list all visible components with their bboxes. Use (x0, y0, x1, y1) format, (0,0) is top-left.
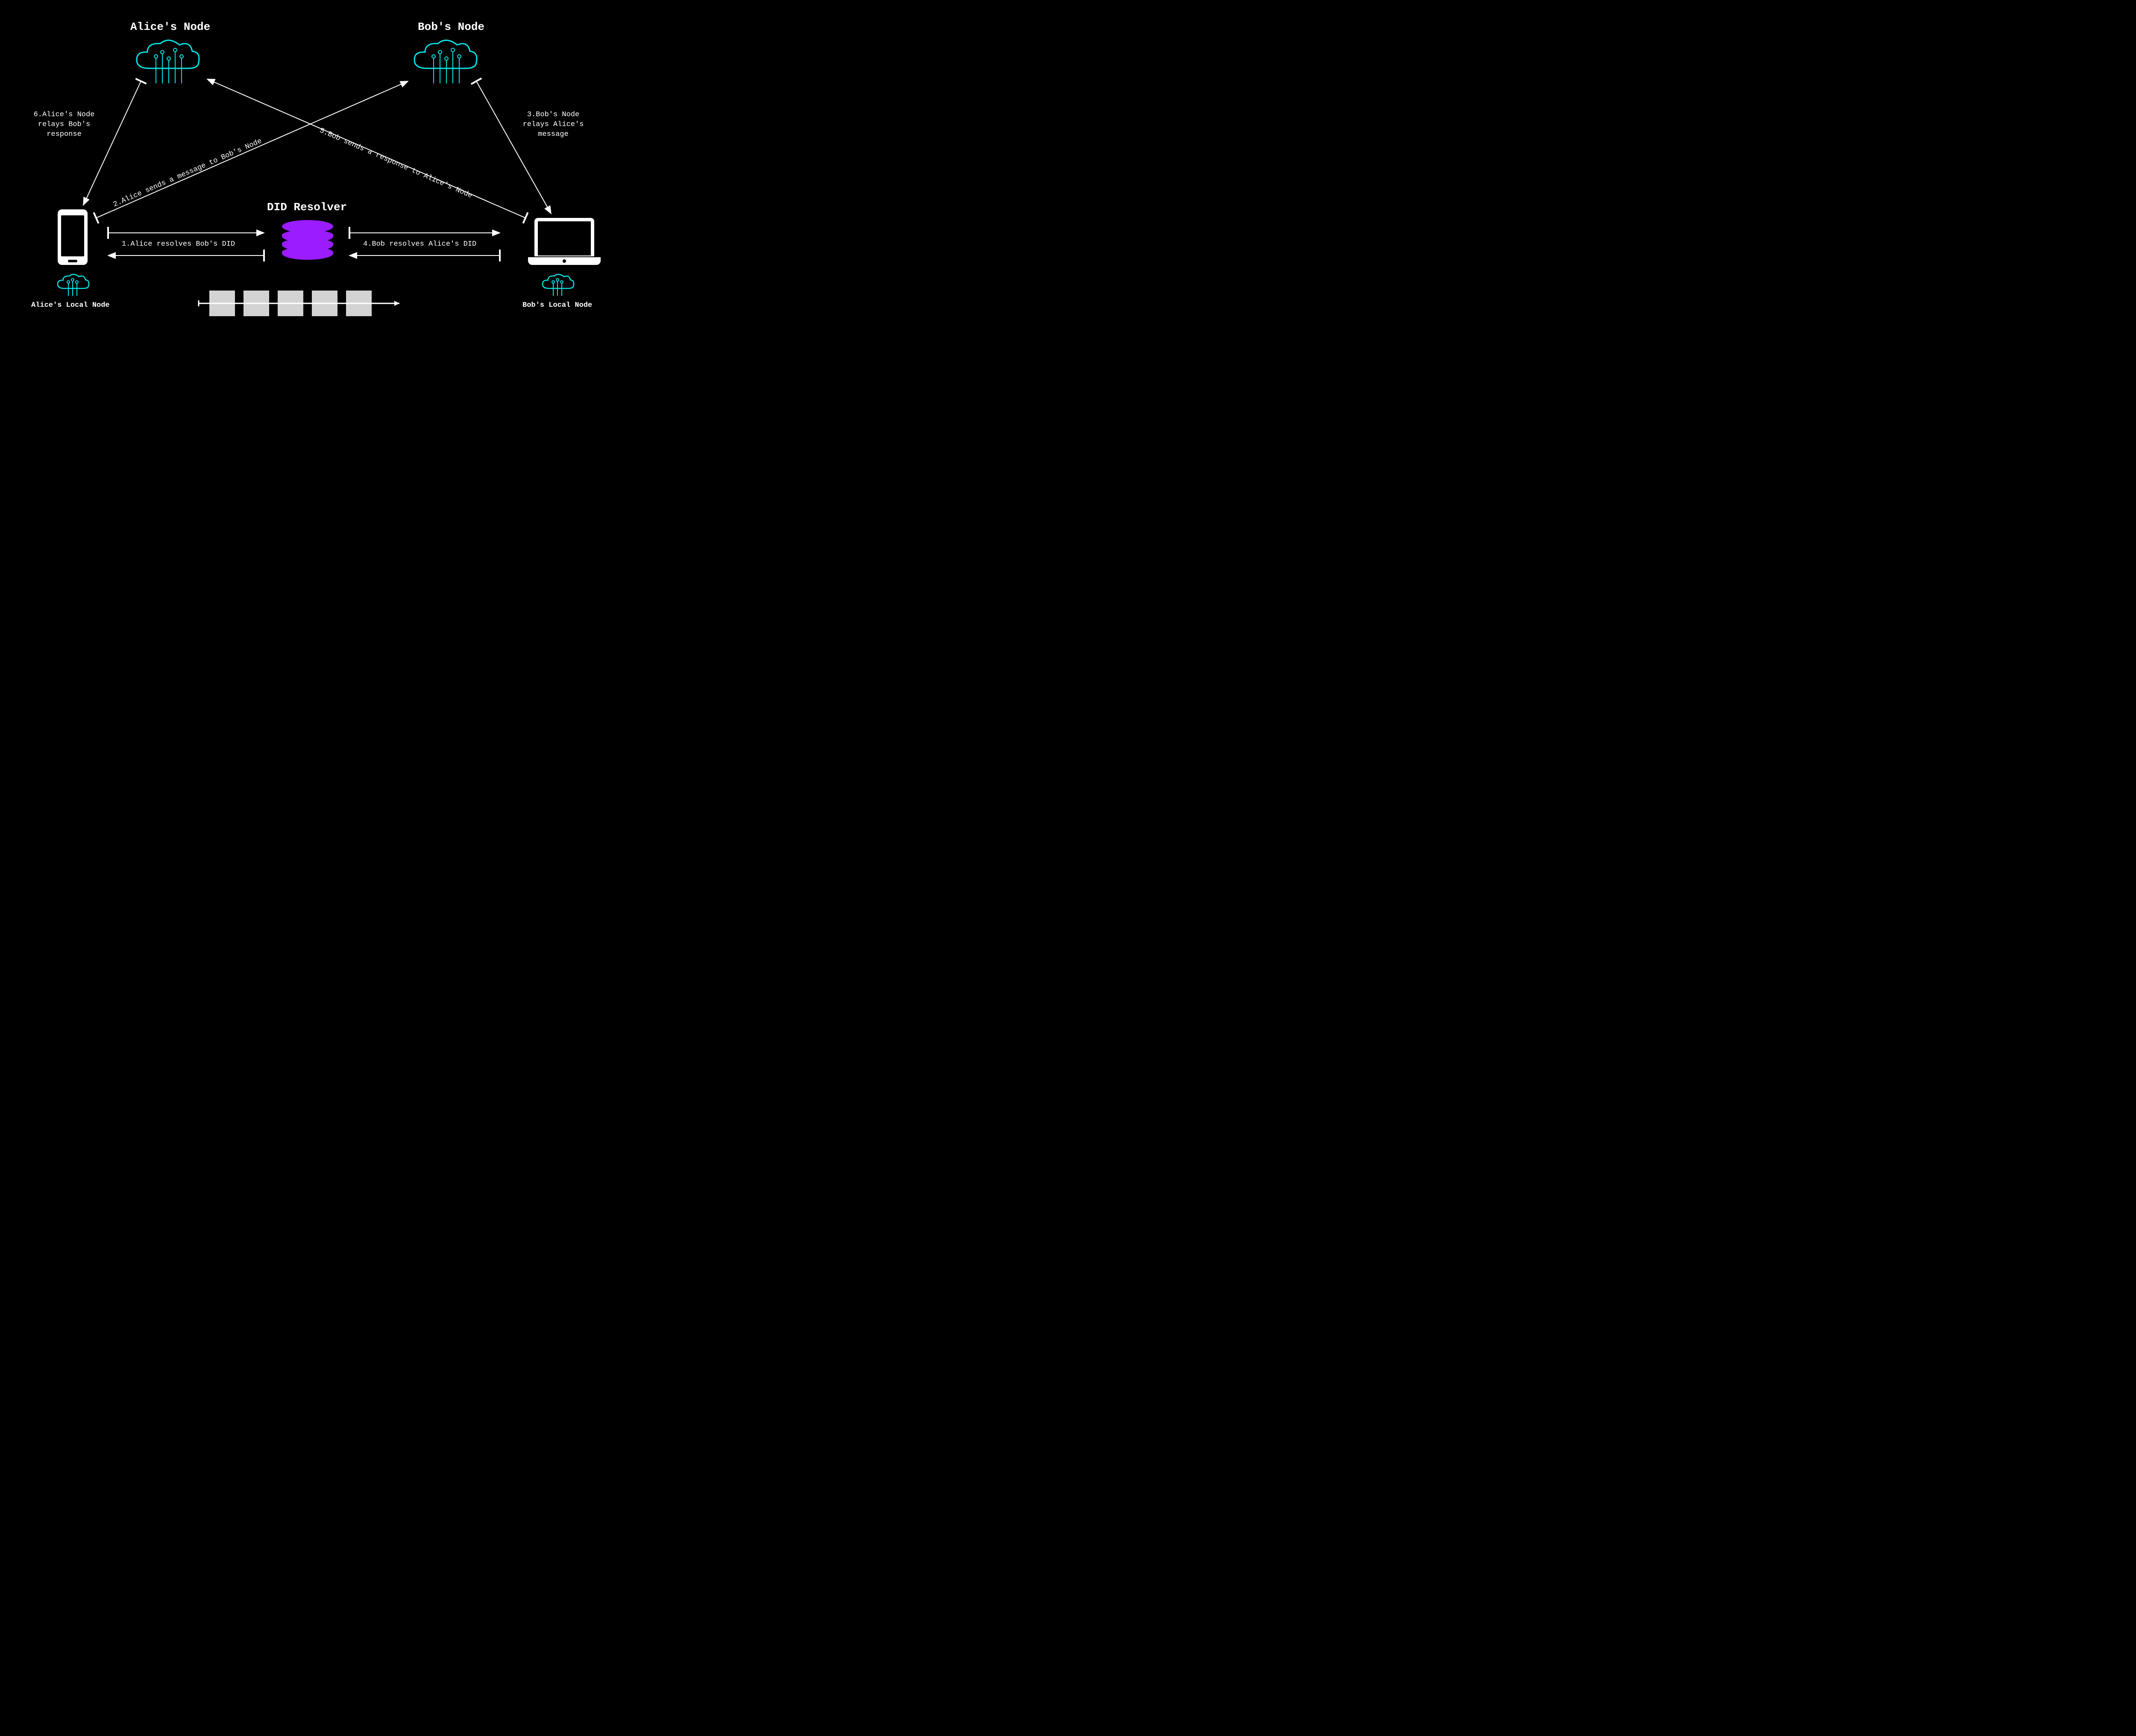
laptop-icon (528, 218, 601, 265)
cloud-icon (56, 273, 90, 297)
step-2-label: 2.Alice sends a message to Bob's Node (112, 137, 263, 209)
network-diagram: Alice's Node Bob's Node DID Resolver (0, 0, 656, 352)
step-1-label: 1.Alice resolves Bob's DID (122, 240, 235, 248)
did-resolver-title: DID Resolver (267, 201, 347, 214)
bob-node-title: Bob's Node (418, 21, 484, 33)
alice-local-node-label: Alice's Local Node (31, 301, 110, 309)
step-6-label: 6.Alice's Node relays Bob's response (23, 110, 105, 140)
cloud-icon (132, 38, 201, 85)
cloud-icon (410, 38, 478, 85)
blockchain-icon (205, 291, 376, 316)
bob-local-node-label: Bob's Local Node (522, 301, 592, 309)
step-4-label: 4.Bob resolves Alice's DID (363, 240, 476, 248)
database-icon (282, 220, 333, 267)
phone-icon (58, 209, 88, 265)
alice-node-title: Alice's Node (130, 21, 210, 33)
cloud-icon (540, 273, 575, 297)
step-3-label: 3.Bob's Node relays Alice's message (513, 110, 594, 140)
step-5-label: 5.Bob sends a response to Alice's Node (318, 127, 473, 200)
